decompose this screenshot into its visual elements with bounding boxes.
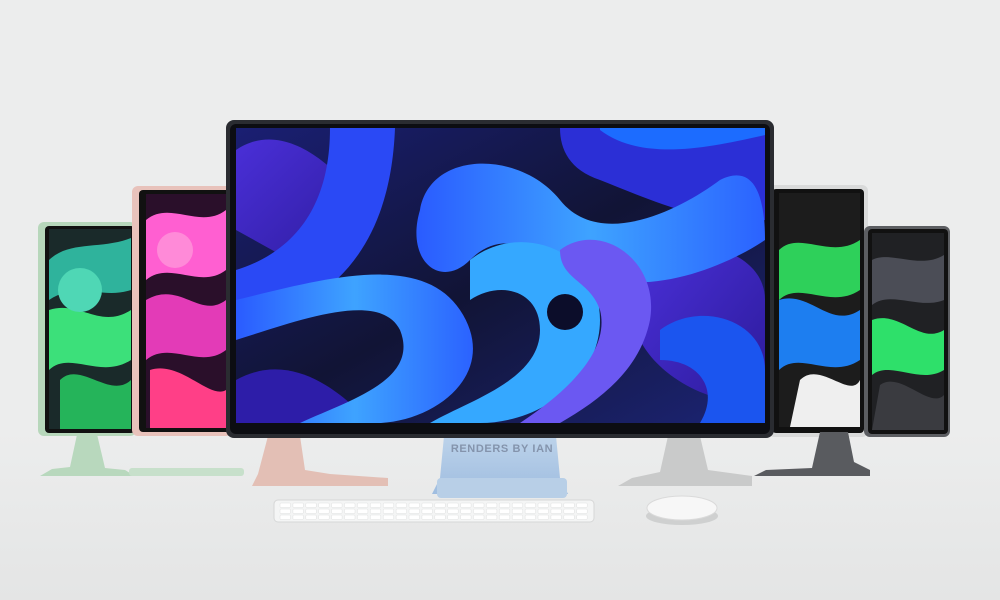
- keyboard-key: [499, 508, 511, 514]
- keyboard-key: [550, 508, 562, 514]
- keyboard-key: [395, 502, 407, 508]
- keyboard-key: [434, 508, 446, 514]
- keyboard-key: [395, 508, 407, 514]
- keyboard-key: [576, 502, 588, 508]
- keyboard-key: [550, 514, 562, 520]
- keyboard-key: [421, 514, 433, 520]
- keyboard-key: [460, 508, 472, 514]
- keyboard-key: [318, 502, 330, 508]
- keyboard-key: [305, 514, 317, 520]
- wallpaper-silver: [779, 193, 860, 427]
- keyboard-key: [550, 502, 562, 508]
- keyboard-key: [511, 502, 523, 508]
- watermark-label: RENDERS BY IAN: [450, 443, 554, 455]
- keyboard: [273, 499, 595, 523]
- keyboard-key: [279, 502, 291, 508]
- keyboard-key: [370, 508, 382, 514]
- keyboard-key: [292, 502, 304, 508]
- keyboard-key: [499, 502, 511, 508]
- keyboard-key: [357, 508, 369, 514]
- keyboard-key: [408, 502, 420, 508]
- keyboard-key: [318, 508, 330, 514]
- keyboard-key: [370, 514, 382, 520]
- keyboard-key: [473, 502, 485, 508]
- keyboard-key: [382, 514, 394, 520]
- keyboard-key: [382, 502, 394, 508]
- keyboard-key: [331, 502, 343, 508]
- keyboard-key: [486, 502, 498, 508]
- keyboard-key: [447, 502, 459, 508]
- keyboard-key: [460, 502, 472, 508]
- keyboard-key: [576, 514, 588, 520]
- keyboard-key: [318, 514, 330, 520]
- keyboard-key: [421, 502, 433, 508]
- keyboard-key: [434, 502, 446, 508]
- keyboard-key: [486, 514, 498, 520]
- keyboard-key: [421, 508, 433, 514]
- keyboard-key: [486, 508, 498, 514]
- keyboard-key: [460, 514, 472, 520]
- keyboard-key: [279, 508, 291, 514]
- wallpaper-blue: [236, 128, 765, 423]
- keyboard-key: [408, 508, 420, 514]
- keyboard-key: [537, 502, 549, 508]
- keyboard-key: [382, 508, 394, 514]
- keyboard-key: [563, 514, 575, 520]
- keyboard-key: [344, 514, 356, 520]
- keyboard-key: [473, 514, 485, 520]
- keyboard-key: [370, 502, 382, 508]
- keyboard-key: [331, 514, 343, 520]
- wallpaper-green: [49, 229, 131, 429]
- keyboard-key: [524, 508, 536, 514]
- keyboard-key: [305, 508, 317, 514]
- keyboard-key: [511, 508, 523, 514]
- keyboard-key: [499, 514, 511, 520]
- keyboard-key: [473, 508, 485, 514]
- mouse: [646, 495, 718, 525]
- keyboard-key: [447, 514, 459, 520]
- keyboard-key: [537, 508, 549, 514]
- keyboard-key: [279, 514, 291, 520]
- keyboard-key: [408, 514, 420, 520]
- keyboard-key: [524, 514, 536, 520]
- keyboard-key: [447, 508, 459, 514]
- keyboard-key: [434, 514, 446, 520]
- keyboard-key: [357, 514, 369, 520]
- keyboard-key: [292, 514, 304, 520]
- keyboard-key: [563, 502, 575, 508]
- keyboard-key: [563, 508, 575, 514]
- keyboard-key: [395, 514, 407, 520]
- keyboard-key: [305, 502, 317, 508]
- keyboard-key: [344, 502, 356, 508]
- keyboard-key: [576, 508, 588, 514]
- keyboard-key: [357, 502, 369, 508]
- keyboard-key: [292, 508, 304, 514]
- keyboard-key: [331, 508, 343, 514]
- keyboard-key: [524, 502, 536, 508]
- keyboard-key: [344, 508, 356, 514]
- wallpaper-pink: [146, 194, 226, 428]
- keyboard-key: [511, 514, 523, 520]
- keyboard-key: [537, 514, 549, 520]
- product-render-scene: [0, 120, 1000, 600]
- wallpaper-gray: [872, 233, 944, 430]
